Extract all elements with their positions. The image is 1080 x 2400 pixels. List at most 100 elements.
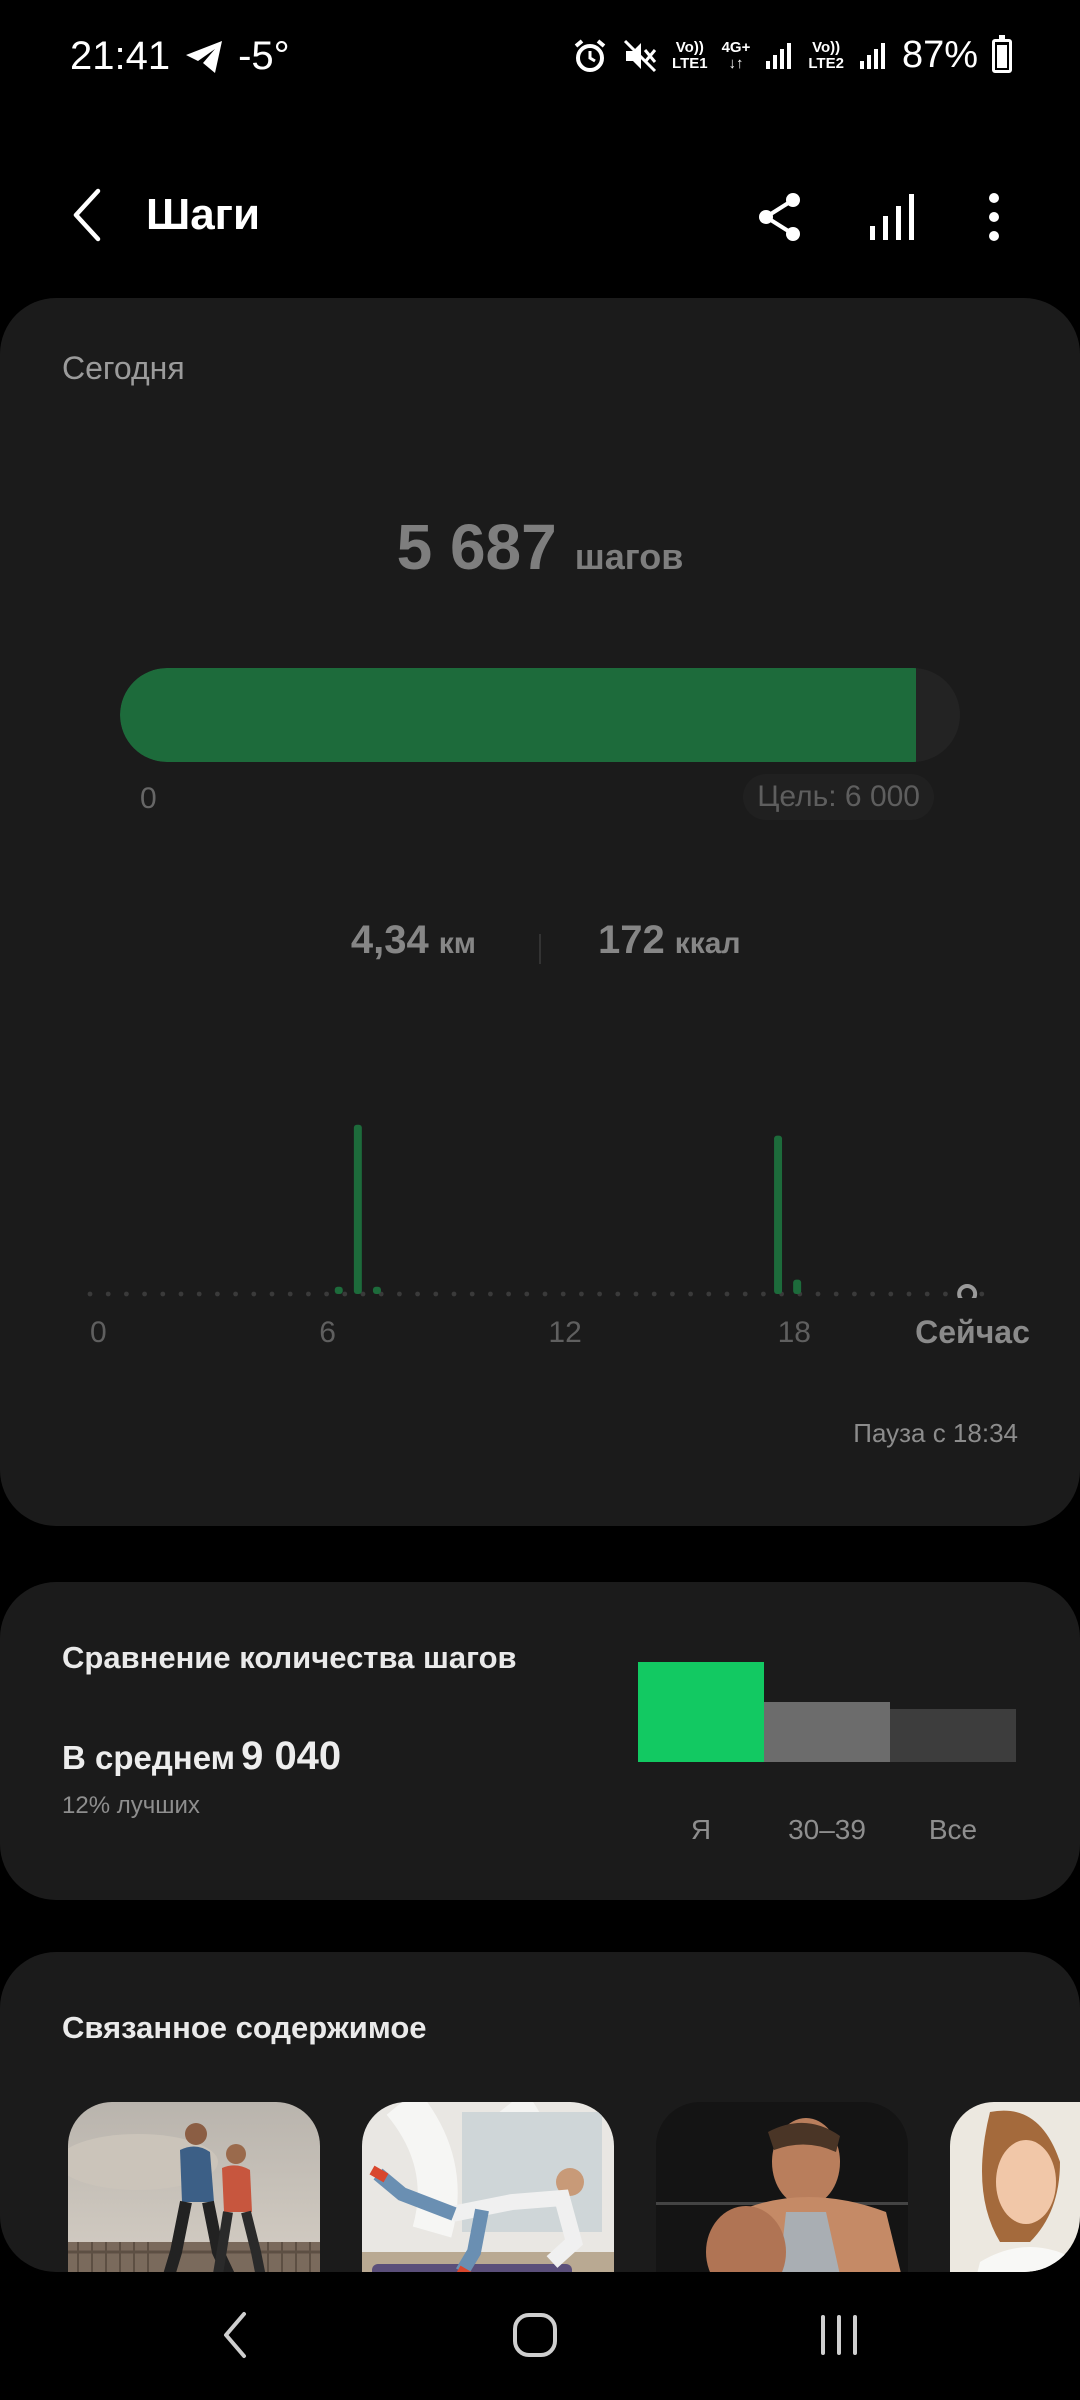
axis-dot [670,1291,675,1297]
steps-progress-fill [120,668,917,762]
axis-dot [706,1291,712,1297]
distance-stat: 4,34 км [351,918,476,963]
alarm-icon [574,38,606,72]
axis-dot [597,1291,602,1297]
comparison-label-all: Все [928,1814,978,1845]
axis-dot [924,1291,930,1297]
comparison-bar-me [638,1662,764,1762]
axis-dot [287,1291,293,1297]
share-icon [759,193,800,241]
steps-unit: шагов [574,536,684,577]
axis-dot [269,1291,275,1297]
x-tick-label: 18 [777,1316,811,1349]
axis-dot [196,1291,202,1297]
distance-unit: км [438,927,476,960]
mute-icon [623,39,657,72]
pause-status: Пауза с 18:34 [853,1418,1018,1448]
share-button[interactable] [748,185,812,249]
axis-dot [105,1291,111,1297]
back-button[interactable] [58,185,118,245]
axis-dot [615,1291,621,1297]
axis-dot [943,1291,948,1297]
hourly-step-bar [793,1279,802,1294]
temperature: -5° [238,34,290,78]
trends-button[interactable] [860,185,924,249]
related-content-card: Связанное содержимое [0,1952,1080,2272]
system-nav-bar [0,2272,1080,2400]
axis-dot [651,1291,657,1297]
axis-dot [688,1291,693,1297]
more-options-button[interactable] [962,185,1026,249]
axis-dot [415,1291,420,1297]
steps-comparison-card[interactable]: Сравнение количества шагов В среднем 9 04… [0,1582,1080,1900]
steps-count: 5 687 шагов [0,510,1080,584]
axis-dot [579,1291,584,1297]
system-recents-button[interactable] [794,2300,884,2370]
axis-dot [160,1291,166,1297]
steps-progress-bar [120,668,960,762]
now-marker [957,1284,978,1298]
axis-dot [488,1291,493,1297]
comparison-title: Сравнение количества шагов [62,1640,517,1675]
axis-dot [306,1291,311,1297]
axis-dot [342,1291,348,1297]
x-tick-label: 0 [90,1316,107,1349]
nav-back-icon [224,2312,246,2358]
axis-dot [852,1291,857,1297]
axis-dot [870,1291,875,1297]
progress-min-label: 0 [140,782,157,815]
muscle-man-image[interactable] [656,2102,908,2272]
clock: 21:41 [70,34,171,78]
axis-dot [397,1291,402,1297]
axis-dot [142,1291,148,1297]
distance-value: 4,34 [350,918,429,962]
axis-dot [124,1291,129,1297]
goal-label[interactable]: Цель: 6 000 [743,774,934,820]
today-steps-card[interactable]: Сегодня 5 687 шагов 0 Цель: 6 000 4,34 км … [0,298,1080,1526]
system-home-button[interactable] [490,2300,580,2370]
related-content-title: Связанное содержимое [62,2010,427,2045]
more-icon [989,193,999,241]
nav-recents-icon [821,2315,857,2355]
calories-unit: ккал [674,927,741,960]
stats-row: 4,34 км 172 ккал [0,918,1080,978]
running-couple-image[interactable] [68,2102,320,2272]
today-label: Сегодня [62,350,185,386]
system-back-button[interactable] [190,2300,280,2370]
signal-icon [859,42,885,69]
woman-image[interactable] [950,2102,1080,2272]
axis-dot [815,1291,821,1297]
calories-value: 172 [598,918,665,962]
axis-dot [233,1291,239,1297]
axis-dot [633,1291,639,1297]
back-icon [73,188,101,242]
axis-dot [433,1291,439,1297]
comparison-label-age-group: 30–39 [788,1814,866,1845]
comparison-bar-age-group [764,1702,890,1762]
axis-dot [469,1291,475,1297]
stat-divider [539,934,541,964]
hourly-step-bar [334,1286,343,1294]
average-label: В среднем [62,1739,236,1776]
axis-dot [324,1291,329,1297]
hourly-step-bar [372,1286,381,1294]
average-row: В среднем 9 040 [62,1734,341,1779]
axis-dot [524,1291,530,1297]
axis-dot [178,1291,184,1297]
axis-dot [560,1291,566,1297]
stats-icon [870,194,914,240]
network-indicator: 4G+ ↓↑ [721,38,751,72]
axis-dot [451,1291,457,1297]
percentile-label: 12% лучших [62,1792,200,1819]
nav-home-icon [513,2313,557,2357]
app-header: Шаги [0,160,1080,270]
axis-dot [979,1291,985,1297]
sim2-indicator: Vo)) LTE2 [808,38,844,72]
axis-dot [888,1291,894,1297]
axis-dot [724,1291,730,1297]
axis-dot [506,1291,511,1297]
status-bar: 21:41 -5° Vo)) LTE1 4G+ ↓↑ Vo)) LTE2 87% [0,0,1080,120]
pilates-image[interactable] [362,2102,614,2272]
hourly-steps-chart[interactable]: 0 6 12 18 Сейчас [0,1058,1080,1378]
signal-icon [766,42,792,69]
